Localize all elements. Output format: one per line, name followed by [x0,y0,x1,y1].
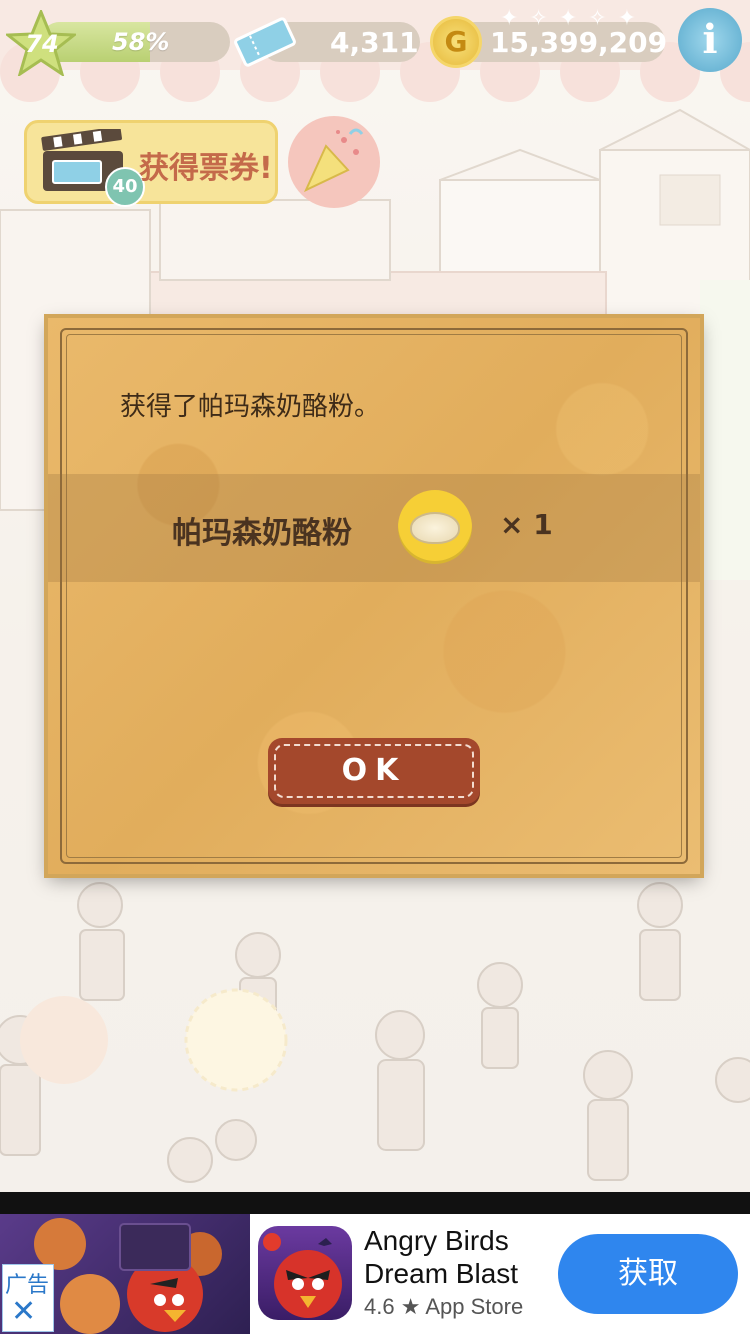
ok-button[interactable]: OK [268,738,480,804]
reward-item-name: 帕玛森奶酪粉 [172,516,352,551]
top-hud: 74 58% 4,311 G 15,399,209 ✦ ✧ ✦ ✧ ✦ i [0,0,750,90]
party-popper-icon [303,128,364,193]
party-event-button[interactable] [288,116,380,208]
app-title-line1: Angry Birds [364,1225,509,1256]
ad-divider [0,1192,750,1214]
app-icon[interactable] [258,1226,352,1320]
reward-item-quantity: × 1 [500,508,553,541]
ad-label[interactable]: 广告 ✕ [2,1264,54,1332]
close-icon[interactable]: ✕ [11,1295,36,1329]
get-tickets-button[interactable]: 40 获得票券! [24,120,278,207]
xp-percent-label: 58% [112,28,170,56]
get-app-button[interactable]: 获取 [558,1234,738,1314]
red-bird-icon [263,1233,342,1318]
reward-item-row: 帕玛森奶酪粉 × 1 [48,474,700,582]
star-icon: ★ [400,1294,421,1319]
parmesan-powder-icon [398,490,472,564]
ok-button-label: OK [341,753,407,788]
get-tickets-label: 获得票券! [139,151,273,186]
ticket-count: 4,311 [330,26,419,59]
app-title-line2: Dream Blast [364,1258,519,1289]
gold-coin-icon: G [430,16,482,68]
ad-artwork[interactable]: 广告 ✕ [0,1214,250,1334]
cheese-powder-pile [410,512,460,544]
reward-dialog: 获得了帕玛森奶酪粉。 帕玛森奶酪粉 × 1 OK [48,318,700,874]
ticket-icon [234,17,296,67]
info-button[interactable]: i [678,8,742,72]
reward-message: 获得了帕玛森奶酪粉。 [120,392,381,422]
store-name: App Store [425,1294,524,1319]
sparkle-effect-icon: ✦ ✧ ✦ ✧ ✦ [500,6,639,31]
rating-value: 4.6 [364,1294,395,1319]
player-level: 74 [25,30,59,58]
ad-banner[interactable]: 广告 ✕ Angry Birds Dream Blast 4.6 ★ App S… [0,1214,750,1334]
app-rating: 4.6 ★ App Store [364,1294,523,1320]
app-title: Angry Birds Dream Blast [364,1224,518,1290]
